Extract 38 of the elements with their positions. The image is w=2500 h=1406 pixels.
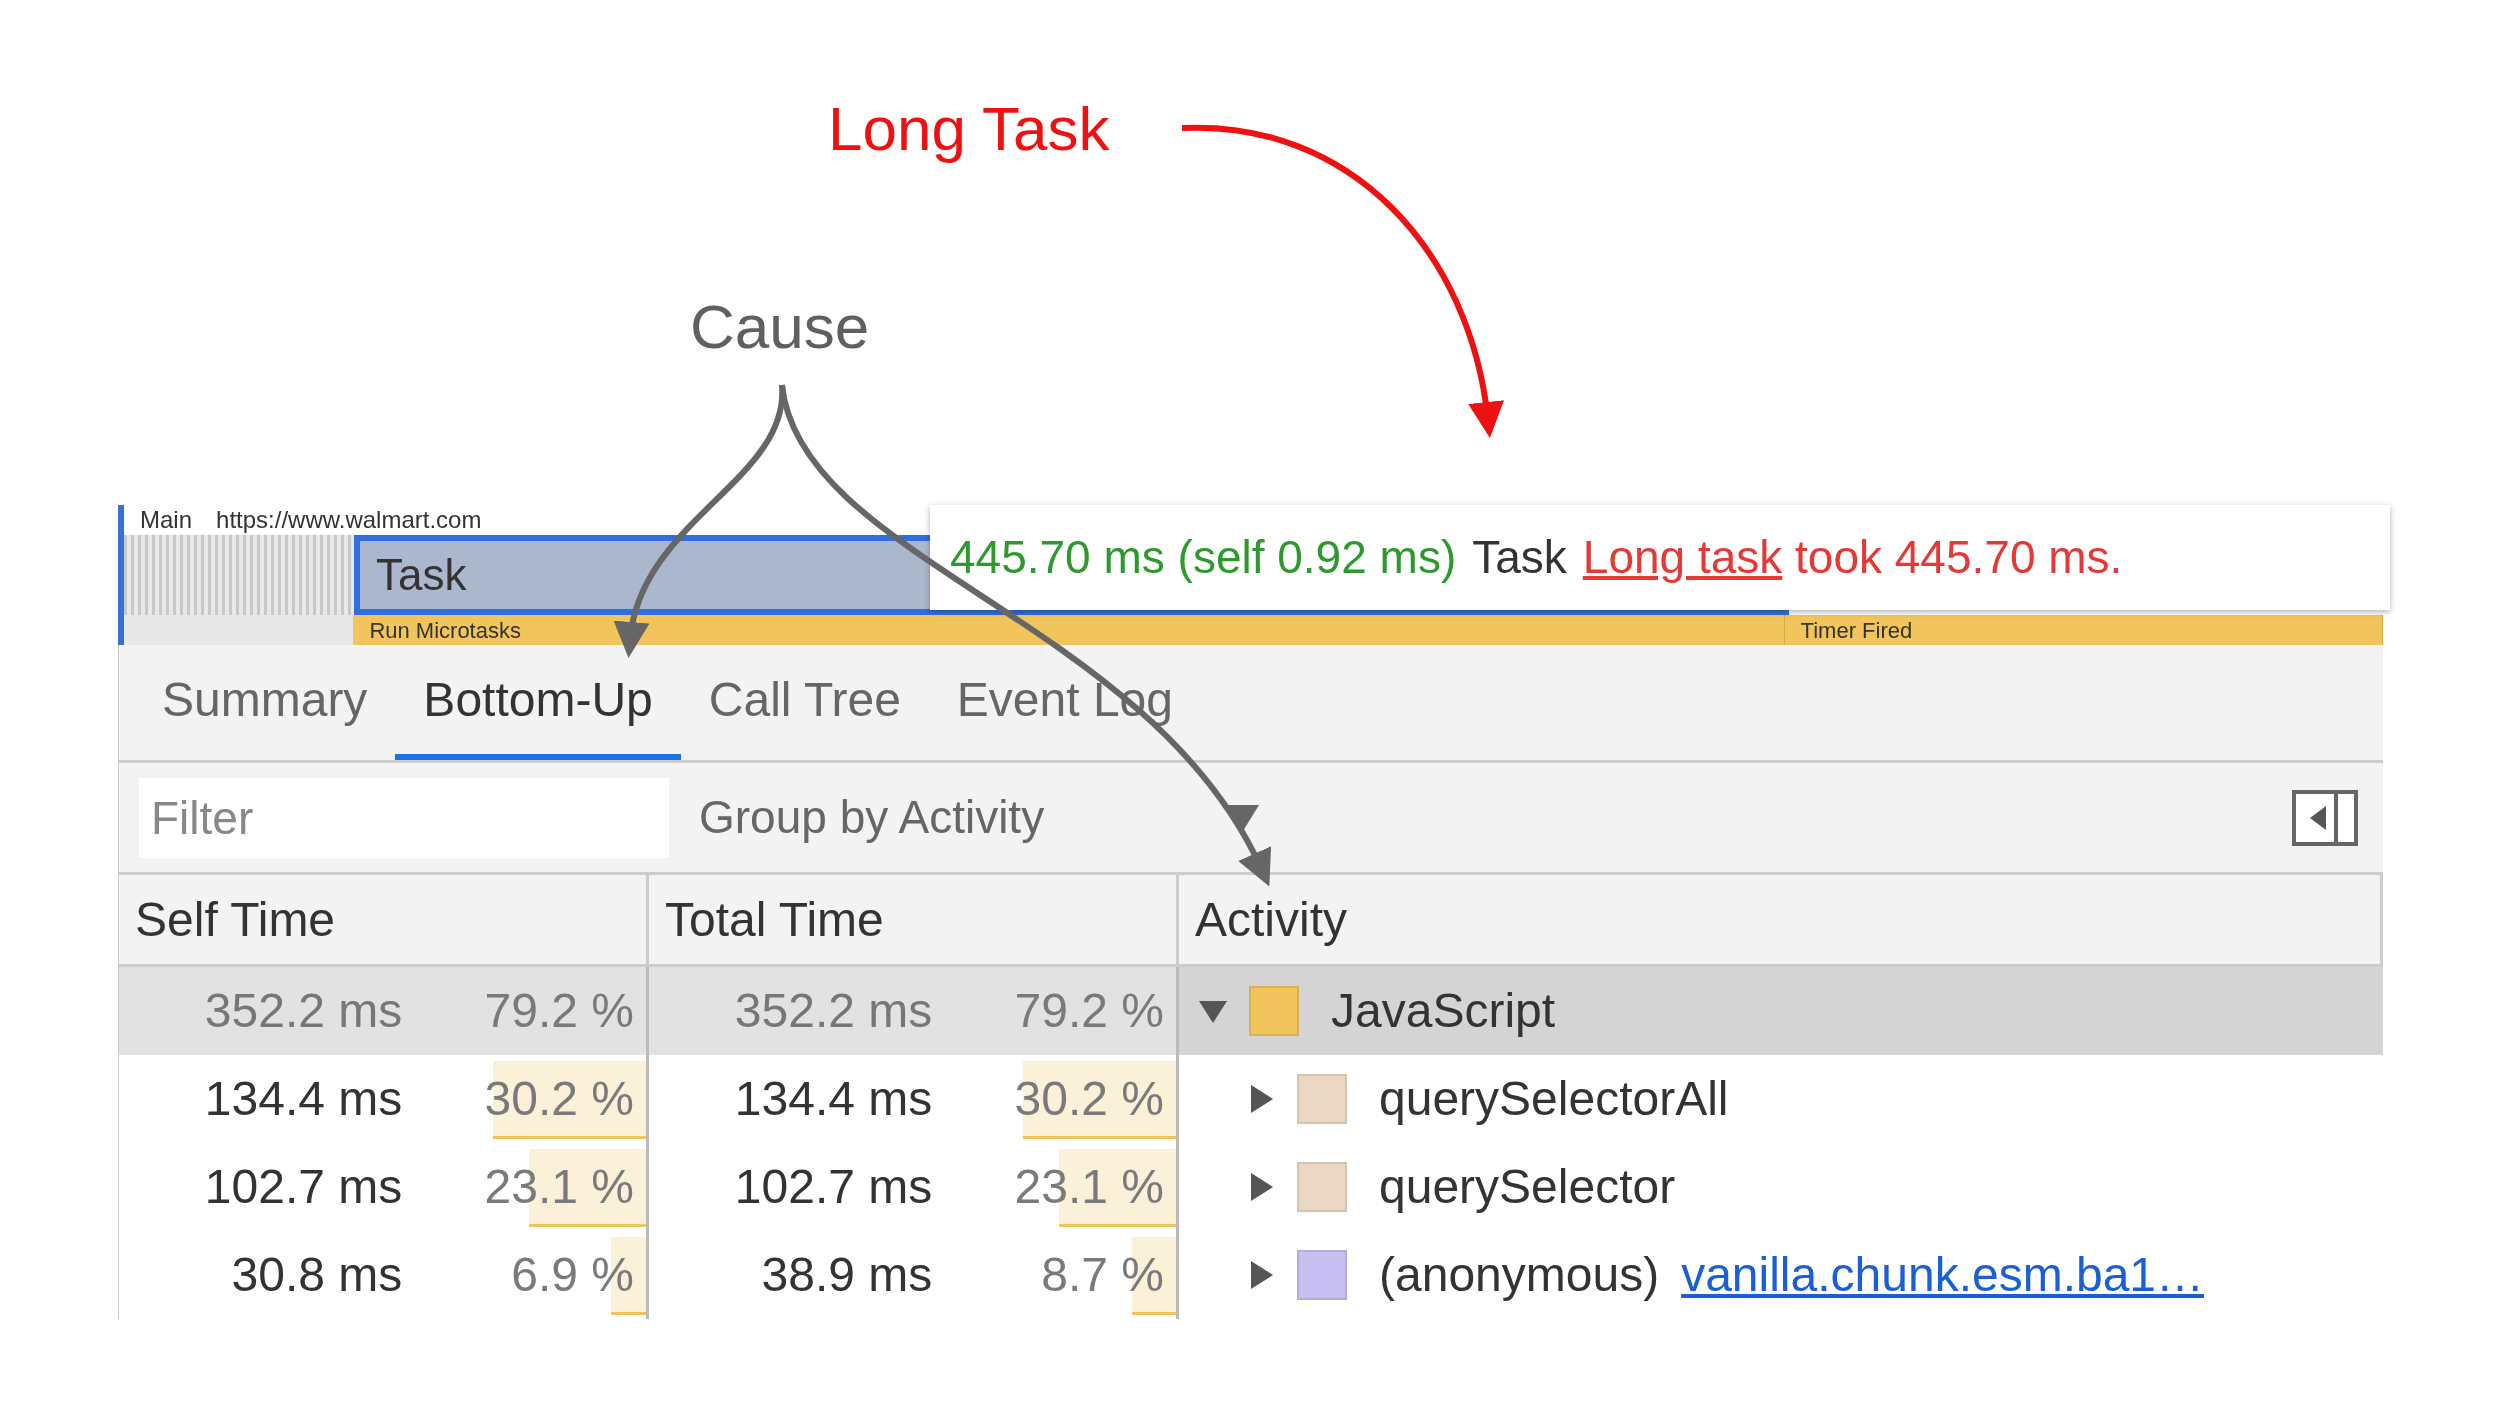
track-url: https://www.walmart.com bbox=[216, 505, 482, 535]
dropdown-caret-icon bbox=[1227, 804, 1259, 831]
tab[interactable]: Call Tree bbox=[680, 645, 929, 760]
column-header[interactable]: Total Time bbox=[649, 875, 1179, 964]
flame-bar: Run Microtasks bbox=[353, 615, 1785, 645]
column-header[interactable]: Self Time bbox=[119, 875, 649, 964]
percent-text: 30.2 % bbox=[484, 1071, 634, 1127]
total-time-cell-text: 38.9 ms bbox=[760, 1247, 934, 1303]
filter-field[interactable]: Filter bbox=[139, 777, 669, 858]
self-time-cell-text: 352.2 ms bbox=[203, 983, 404, 1039]
group-by-dropdown[interactable]: Group by Activity bbox=[699, 783, 1259, 852]
long-task-annotation: Long Task bbox=[828, 93, 1110, 165]
sidebar-toggle-icon[interactable] bbox=[2292, 789, 2358, 846]
tab[interactable]: Summary bbox=[134, 645, 396, 760]
percent-text: 79.2 % bbox=[1014, 983, 1164, 1039]
activity-name: JavaScript bbox=[1331, 983, 1556, 1039]
activity-name: querySelectorAll bbox=[1379, 1071, 1729, 1127]
activity-name: (anonymous) bbox=[1379, 1247, 1660, 1303]
percent-text: 23.1 % bbox=[484, 1159, 634, 1215]
total-time-cell-text: 134.4 ms bbox=[733, 1071, 934, 1127]
percent-text: 6.9 % bbox=[511, 1247, 634, 1303]
percent-text: 79.2 % bbox=[484, 983, 634, 1039]
self-time-cell-text: 134.4 ms bbox=[203, 1071, 404, 1127]
total-time-cell-text: 102.7 ms bbox=[733, 1159, 934, 1215]
column-header[interactable]: Activity bbox=[1179, 875, 2383, 964]
total-time-cell-text: 352.2 ms bbox=[733, 983, 934, 1039]
percent-text: 8.7 % bbox=[1041, 1247, 1164, 1303]
cause-annotation: Cause bbox=[690, 291, 870, 363]
flame-bar: Timer Fired bbox=[1784, 615, 2383, 645]
percent-text: 30.2 % bbox=[1014, 1071, 1164, 1127]
percent-text: 23.1 % bbox=[1014, 1159, 1164, 1215]
self-time-cell-text: 30.8 ms bbox=[230, 1247, 404, 1303]
source-link[interactable]: vanilla.chunk.esm.ba1… bbox=[1681, 1239, 2205, 1311]
tab[interactable]: Bottom-Up bbox=[395, 645, 681, 760]
table-row[interactable]: 352.2 ms 79.2 % 352.2 ms 79.2 % JavaScript bbox=[119, 967, 2383, 1055]
activity-name: querySelector bbox=[1379, 1159, 1676, 1215]
self-time-cell-text: 102.7 ms bbox=[203, 1159, 404, 1215]
track-label: Main bbox=[140, 505, 193, 535]
